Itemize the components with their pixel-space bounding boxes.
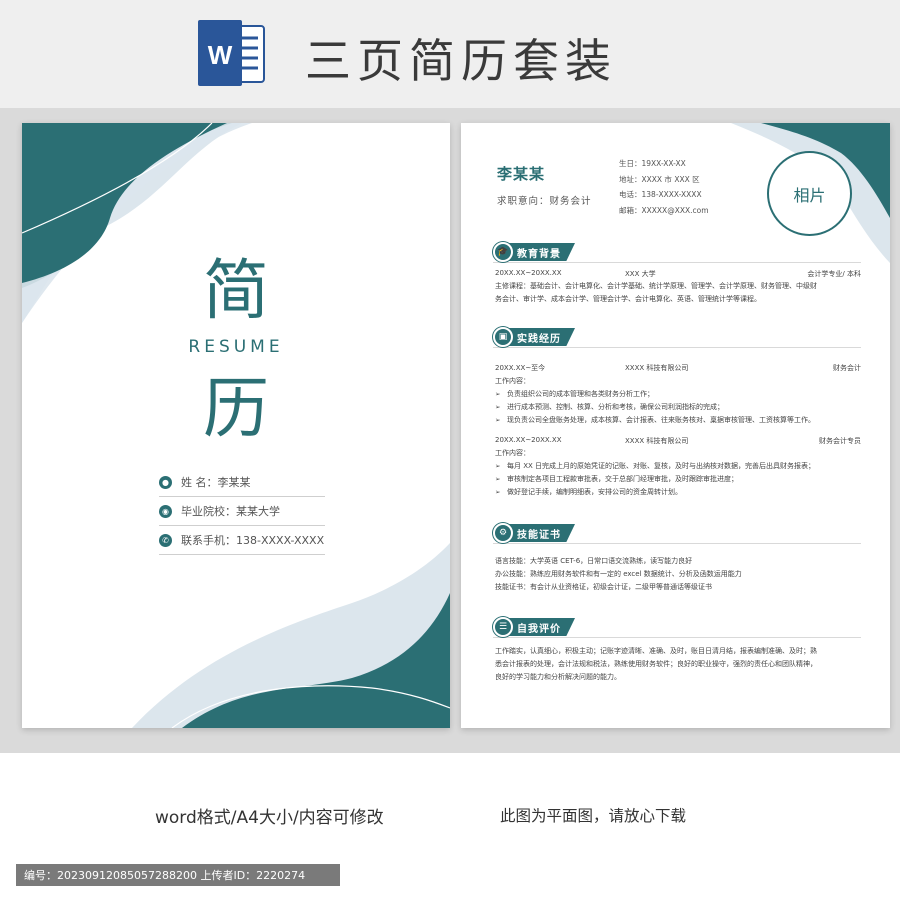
job2-bullet: 做好登记手续，编制明细表，安排公司的资金周转计划。: [495, 486, 861, 499]
resume-intent: 求职意向：财务会计: [497, 196, 592, 207]
skills-line: 技能证书：有会计从业资格证，初级会计证，二级甲等普通话等级证书: [495, 583, 712, 591]
self-line: 良好的学习能力和分析解决问题的能力。: [495, 673, 621, 681]
job1-period: 20XX.XX~至今: [495, 364, 546, 372]
briefcase-icon: ▣: [493, 327, 513, 347]
contact-birthday: 生日：19XX-XX-XX: [619, 159, 686, 168]
resume-contact: 生日：19XX-XX-XX 地址：XXXX 市 XXX 区 电话：138-XXX…: [619, 156, 709, 218]
cover-page: 简 RESUME 历 ● 姓 名：李某某 ◉ 毕业院校：某某大学 ✆ 联系手机：…: [22, 123, 450, 728]
job1-content: 工作内容： 负责组织公司的成本管理和各类财务分析工作； 进行成本预测、控制、核算…: [495, 375, 861, 427]
job1-bullet: 进行成本预测、控制、核算、分析和考核，确保公司利润指标的完成；: [495, 401, 861, 414]
education-major: 会计学专业/ 本科: [807, 270, 861, 278]
book-icon: ☰: [493, 617, 513, 637]
cover-info-list: ● 姓 名：李某某 ◉ 毕业院校：某某大学 ✆ 联系手机：138-XXXX-XX…: [159, 468, 325, 555]
cover-info-name: ● 姓 名：李某某: [159, 468, 325, 497]
job2-period: 20XX.XX~20XX.XX: [495, 436, 562, 444]
person-icon: ●: [159, 475, 172, 489]
job1-title: 财务会计: [833, 364, 861, 372]
resume-name: 李某某: [497, 165, 546, 183]
section-skills-header: ⚙ 技能证书: [493, 522, 575, 544]
cover-info-name-text: 姓 名：李某某: [181, 476, 251, 489]
header-banner: W 三页简历套装: [0, 0, 900, 108]
skills-line: 语言技能：大学英语 CET-6，日常口语交流熟练，读写能力良好: [495, 557, 693, 565]
job1-company: XXXX 科技有限公司: [625, 364, 689, 372]
cover-info-phone: ✆ 联系手机：138-XXXX-XXXX: [159, 526, 325, 555]
cover-info-school: ◉ 毕业院校：某某大学: [159, 497, 325, 526]
section-practice-title: 实践经历: [503, 328, 575, 346]
job2-label: 工作内容：: [495, 449, 530, 457]
education-line: 主修课程：基础会计、会计电算化、会计学基础、统计学原理、管理学、会计学原理、财务…: [495, 282, 817, 290]
contact-email: 邮箱：XXXXX@XXX.com: [619, 205, 709, 215]
contact-address: 地址：XXXX 市 XXX 区: [619, 174, 700, 184]
section-self-header: ☰ 自我评价: [493, 616, 575, 638]
upload-meta-bar: 编号：20230912085057288200 上传者ID：2220274: [16, 864, 340, 886]
section-skills-title: 技能证书: [503, 524, 575, 542]
education-period: 20XX.XX~20XX.XX: [495, 269, 562, 277]
job1-bullet: 现负责公司全盘账务处理，成本核算、会计报表、往来账务核对、稟据审核管理、工资核算…: [495, 414, 861, 427]
download-note: 此图为平面图，请放心下载: [500, 807, 687, 825]
format-note: word格式/A4大小/内容可修改: [155, 808, 384, 828]
job1-label: 工作内容：: [495, 377, 530, 385]
graduation-cap-icon: 🎓: [493, 242, 513, 262]
cover-subtitle: RESUME: [188, 337, 284, 357]
resume-page: 李某某 求职意向：财务会计 生日：19XX-XX-XX 地址：XXXX 市 XX…: [461, 123, 890, 728]
section-education-title: 教育背景: [503, 243, 575, 261]
self-line: 悉会计报表的处理，会计法规和税法，熟练使用财务软件；良好的职业操守，强烈的责任心…: [495, 660, 817, 668]
job2-bullet: 每月 XX 日完成上月的原始凭证的记账、对账、复核，及时与出纳核对数据，完善后出…: [495, 460, 861, 473]
section-practice-header: ▣ 实践经历: [493, 326, 575, 348]
skills-line: 办公技能：熟练应用财务软件和有一定的 excel 数据统计、分析及函数运用能力: [495, 570, 742, 578]
skills-content: 语言技能：大学英语 CET-6，日常口语交流熟练，读写能力良好 办公技能：熟练应…: [495, 555, 861, 594]
cover-info-school-text: 毕业院校：某某大学: [181, 505, 280, 518]
word-icon: W: [198, 20, 265, 86]
cover-title-char-2: 历: [203, 370, 269, 447]
self-content: 工作踏实，认真细心，积极主动；记账字迹清晰、准确、及时，账目日清月结，报表编制准…: [495, 645, 861, 684]
section-education-header: 🎓 教育背景: [493, 241, 575, 263]
education-courses: 主修课程：基础会计、会计电算化、会计学基础、统计学原理、管理学、会计学原理、财务…: [495, 280, 861, 306]
cover-title-char-1: 简: [203, 252, 269, 329]
self-line: 工作踏实，认真细心，积极主动；记账字迹清晰、准确、及时，账目日清月结，报表编制准…: [495, 647, 817, 655]
page-title: 三页简历套装: [305, 34, 617, 88]
job2-content: 工作内容： 每月 XX 日完成上月的原始凭证的记账、对账、复核，及时与出纳核对数…: [495, 447, 861, 499]
photo-placeholder: 相片: [767, 151, 852, 236]
section-self-title: 自我评价: [503, 618, 575, 636]
education-school: XXX 大学: [625, 270, 656, 278]
contact-phone: 电话：138-XXXX-XXXX: [619, 190, 702, 199]
job2-title: 财务会计专员: [819, 437, 861, 445]
location-icon: ◉: [159, 504, 172, 518]
job2-bullet: 审核制定各项目工程款审批表，交于总部门经理审批，及时跟踪审批进度；: [495, 473, 861, 486]
phone-icon: ✆: [159, 533, 172, 547]
education-line: 务会计、审计学、成本会计学、管理会计学、会计电算化、英语、管理统计学等课程。: [495, 295, 761, 303]
job1-bullet: 负责组织公司的成本管理和各类财务分析工作；: [495, 388, 861, 401]
gear-icon: ⚙: [493, 523, 513, 543]
job2-company: XXXX 科技有限公司: [625, 437, 689, 445]
word-icon-letter: W: [208, 40, 233, 70]
cover-info-phone-text: 联系手机：138-XXXX-XXXX: [181, 534, 325, 547]
